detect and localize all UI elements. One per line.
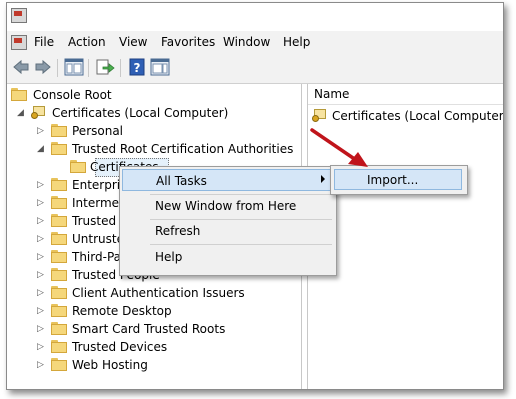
toolbar-separator [120,59,121,77]
folder-icon [51,178,67,191]
context-menu-new-window[interactable]: New Window from Here [122,195,334,217]
expand-arrow-icon[interactable]: ▷ [37,198,45,208]
folder-icon [51,322,67,335]
context-menu-refresh[interactable]: Refresh [122,220,334,242]
toolbar-separator [57,59,58,77]
menu-window[interactable]: Window [223,35,270,49]
menu-help[interactable]: Help [283,35,310,49]
certificate-store-icon [312,108,328,123]
system-menu-icon[interactable] [11,35,27,50]
annotation-arrow-icon [310,128,368,167]
folder-icon [51,268,67,281]
context-menu-all-tasks[interactable]: All Tasks [122,169,334,191]
expand-arrow-icon[interactable]: ▷ [37,342,45,352]
expand-arrow-icon[interactable]: ▷ [37,288,45,298]
back-arrow-icon[interactable] [12,59,30,75]
expand-arrow-icon[interactable]: ▷ [37,360,45,370]
menu-favorites[interactable]: Favorites [161,35,215,49]
menu-bar: File Action View Favorites Window Help [7,31,503,53]
expand-arrow-icon[interactable]: ▷ [37,252,45,262]
menu-separator [150,244,332,245]
folder-icon [70,160,86,173]
expand-arrow-icon[interactable]: ▷ [37,306,45,316]
submenu-arrow-icon [321,175,325,183]
folder-icon [51,340,67,353]
certificate-store-icon [31,105,47,120]
folder-icon [51,286,67,299]
folder-icon [51,124,67,137]
svg-text:?: ? [134,61,141,75]
column-header-name[interactable]: Name [308,84,503,105]
menu-view[interactable]: View [119,35,147,49]
folder-icon [51,304,67,317]
expand-arrow-icon[interactable]: ▷ [37,180,45,190]
menu-action[interactable]: Action [68,35,106,49]
context-menu: All Tasks New Window from Here Refresh H… [119,166,337,276]
context-menu-help[interactable]: Help [122,246,334,268]
title-bar [7,3,503,30]
collapse-arrow-icon[interactable]: ◢ [37,144,45,154]
mmc-app-icon[interactable] [11,8,27,23]
folder-icon [51,196,67,209]
forward-arrow-icon[interactable] [34,59,52,75]
folder-icon [51,358,67,371]
expand-arrow-icon[interactable]: ▷ [37,270,45,280]
collapse-arrow-icon[interactable]: ◢ [17,108,25,118]
export-list-icon[interactable] [95,58,115,76]
folder-icon [51,250,67,263]
folder-icon [51,232,67,245]
show-hide-console-tree-icon[interactable] [64,58,84,76]
toolbar-separator [88,59,89,77]
menu-file[interactable]: File [34,35,54,49]
expand-arrow-icon[interactable]: ▷ [37,324,45,334]
toolbar: ? [7,53,503,84]
expand-arrow-icon[interactable]: ▷ [37,126,45,136]
folder-icon [51,142,67,155]
expand-arrow-icon[interactable]: ▷ [37,234,45,244]
folder-icon [11,88,27,101]
submenu-import[interactable]: Import... [334,169,462,190]
help-icon[interactable]: ? [127,58,147,76]
show-hide-action-pane-icon[interactable] [150,58,170,76]
folder-icon [51,214,67,227]
expand-arrow-icon[interactable]: ▷ [37,216,45,226]
